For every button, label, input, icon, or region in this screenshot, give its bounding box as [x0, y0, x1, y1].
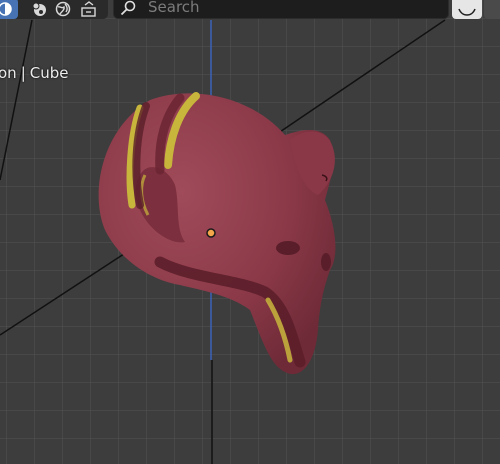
3d-viewport[interactable]: on|Cube [0, 0, 500, 464]
mode-text: on [0, 64, 17, 82]
object-info-label: on | Cube [0, 64, 68, 82]
gizmo-toggle-button[interactable] [452, 0, 482, 19]
scene-export-button[interactable] [76, 0, 102, 19]
rendered-globe-icon [55, 1, 71, 16]
viewport-scene[interactable] [0, 0, 500, 464]
material-preview-icon [32, 2, 46, 16]
scene-export-icon [81, 0, 96, 17]
search-input[interactable] [148, 0, 438, 16]
smile-arc-icon [458, 8, 476, 16]
viewport-header [0, 0, 500, 20]
info-separator: | [20, 64, 26, 82]
shading-wireframe-button[interactable] [0, 0, 18, 19]
shading-material-button[interactable] [26, 0, 52, 19]
search-field[interactable] [113, 0, 449, 19]
wireframe-sphere-icon [0, 1, 12, 16]
shading-rendered-button[interactable] [50, 0, 76, 19]
search-icon [120, 0, 136, 16]
overlay-toggle-button[interactable] [484, 0, 500, 19]
shading-mode-group [0, 0, 108, 19]
object-origin-point[interactable] [206, 228, 216, 238]
object-name-text: Cube [29, 64, 69, 82]
